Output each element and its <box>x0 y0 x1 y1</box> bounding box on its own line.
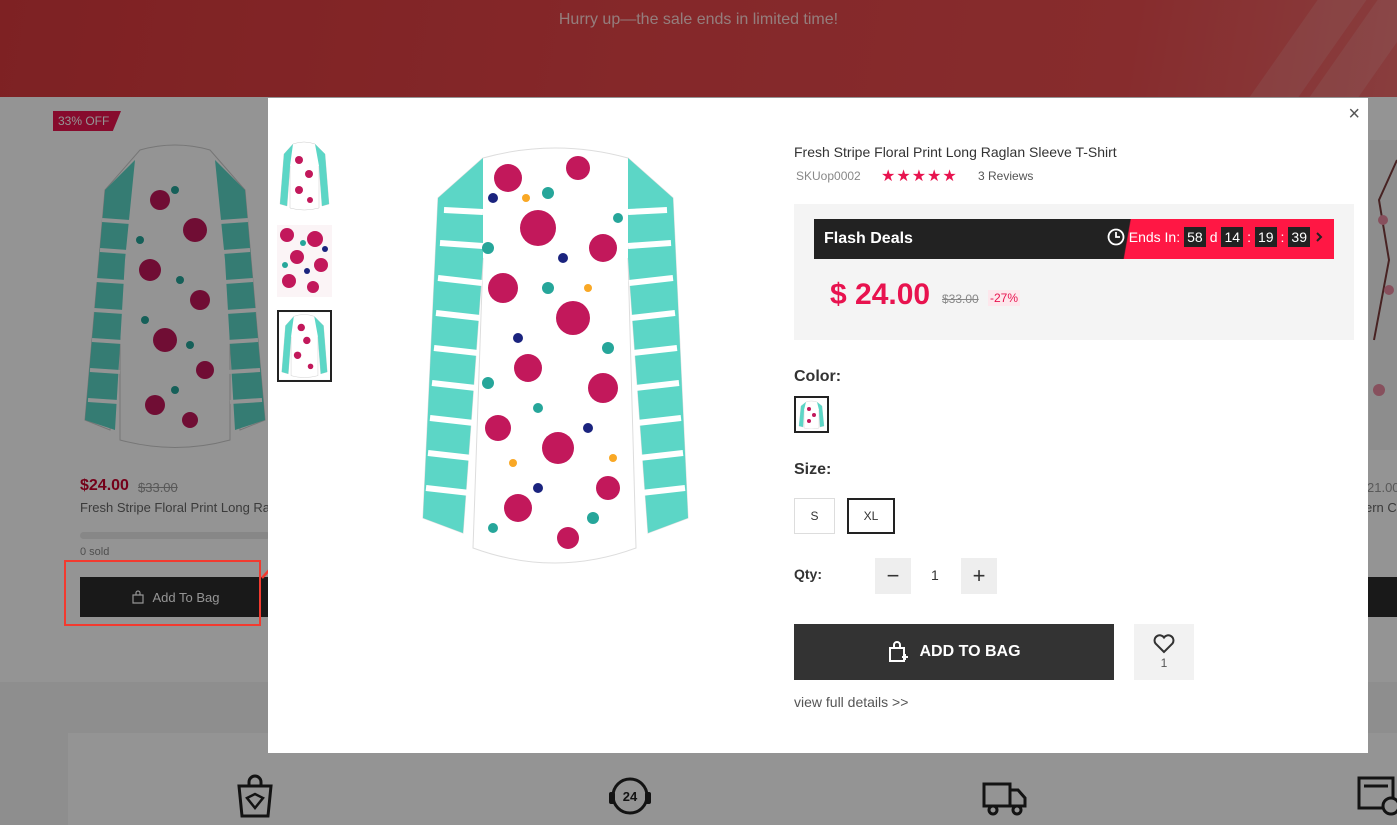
countdown-days: 58 <box>1184 227 1206 247</box>
discount-percent: -27% <box>988 290 1021 306</box>
rating-stars: ★★★★★ <box>881 168 958 185</box>
reviews-link[interactable]: 3 Reviews <box>978 169 1033 183</box>
chevron-right-icon[interactable] <box>1314 231 1324 243</box>
size-label: Size: <box>794 461 832 478</box>
flash-deal-box: Flash Deals Ends In: 58 d 14 : 19 : 39 $… <box>794 204 1354 340</box>
qty-value[interactable]: 1 <box>931 567 939 583</box>
color-label: Color: <box>794 368 842 385</box>
qty-label: Qty: <box>794 566 822 582</box>
product-title: Fresh Stripe Floral Print Long Raglan Sl… <box>794 144 1117 160</box>
heart-icon <box>1153 634 1175 654</box>
deal-price: $ 24.00 <box>830 278 931 311</box>
thumbnail-image-3[interactable] <box>277 310 332 382</box>
thumbnail-image-2[interactable] <box>277 225 332 297</box>
add-to-bag-button[interactable]: ADD TO BAG <box>794 624 1114 680</box>
quick-view-modal: × Fresh Stripe Floral Print Long Raglan … <box>268 98 1368 753</box>
product-info-panel: Fresh Stripe Floral Print Long Raglan Sl… <box>794 98 1354 753</box>
countdown-separator: : <box>1280 229 1285 245</box>
qty-decrease-button[interactable]: − <box>875 558 911 594</box>
main-product-image[interactable] <box>388 138 723 578</box>
countdown-separator: : <box>1247 229 1251 245</box>
countdown-hours: 14 <box>1221 227 1244 247</box>
wishlist-count: 1 <box>1160 656 1168 670</box>
size-option-xl[interactable]: XL <box>847 498 895 534</box>
original-price: $33.00 <box>942 292 979 306</box>
size-option-s[interactable]: S <box>794 498 835 534</box>
color-swatch-selected[interactable] <box>794 396 829 433</box>
thumbnail-image-1[interactable] <box>277 140 332 212</box>
wishlist-button[interactable]: 1 <box>1134 624 1194 680</box>
annotation-highlight-box-top <box>64 560 261 626</box>
countdown-timer: Ends In: 58 d 14 : 19 : 39 <box>1107 227 1324 247</box>
countdown-minutes: 19 <box>1254 227 1277 247</box>
product-sku: SKUop0002 <box>796 169 861 183</box>
bag-icon <box>889 641 909 662</box>
add-to-bag-label: ADD TO BAG <box>919 643 1021 660</box>
ends-in-label: Ends In: <box>1128 229 1181 245</box>
qty-increase-button[interactable]: + <box>961 558 997 594</box>
clock-icon <box>1107 228 1125 246</box>
view-full-details-link[interactable]: view full details >> <box>794 694 908 710</box>
countdown-seconds: 39 <box>1288 227 1310 247</box>
flash-deal-bar: Flash Deals Ends In: 58 d 14 : 19 : 39 <box>814 219 1334 259</box>
flash-deals-label: Flash Deals <box>824 230 913 247</box>
countdown-day-unit: d <box>1209 229 1218 245</box>
